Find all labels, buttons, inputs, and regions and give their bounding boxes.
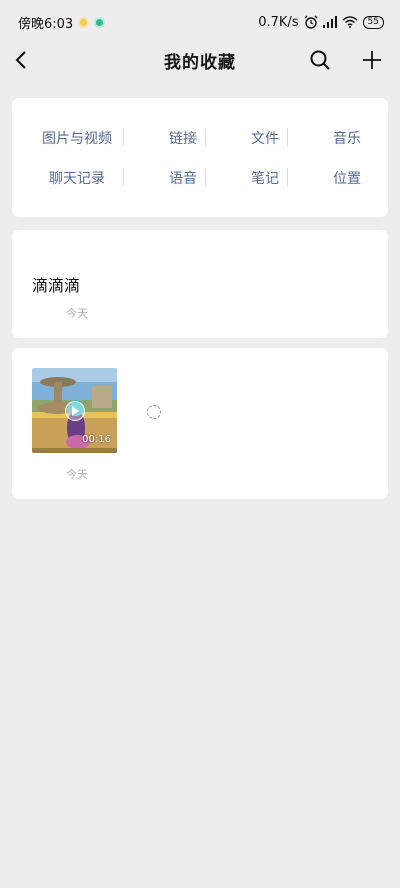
favorite-item-text[interactable]: 滴滴滴 今天: [12, 230, 388, 338]
category-voice[interactable]: 语音: [142, 168, 224, 188]
favorite-date: 今天: [66, 468, 88, 481]
page-title: 我的收藏: [164, 53, 236, 73]
video-thumbnail[interactable]: 00:16: [32, 368, 117, 453]
status-time: 傍晚6:03: [18, 16, 74, 32]
status-bar: 傍晚6:03 0.7K/s 55: [0, 0, 400, 44]
favorite-text-content: 滴滴滴: [32, 276, 81, 295]
play-icon[interactable]: [65, 401, 85, 421]
alarm-icon: [304, 15, 318, 29]
video-duration: 00:16: [82, 434, 111, 445]
app-notification-icon: [94, 16, 106, 28]
category-files[interactable]: 文件: [224, 128, 306, 148]
divider: [123, 168, 124, 186]
divider: [205, 168, 206, 186]
battery-icon: 55: [362, 15, 384, 29]
category-music[interactable]: 音乐: [306, 128, 388, 148]
network-speed: 0.7K/s: [258, 14, 299, 30]
category-location[interactable]: 位置: [306, 168, 388, 188]
notification-icon: [78, 16, 90, 28]
favorite-date: 今天: [66, 307, 88, 320]
loading-spinner-icon: [147, 405, 161, 419]
nav-bar: 我的收藏: [0, 44, 400, 76]
category-notes[interactable]: 笔记: [224, 168, 306, 188]
category-filter-card: 图片与视频 链接 文件 音乐 聊天记录 语音 笔记 位置: [12, 98, 388, 217]
add-icon[interactable]: [360, 48, 384, 72]
favorite-item-video[interactable]: 00:16 今天: [12, 348, 388, 499]
divider: [287, 168, 288, 186]
divider: [205, 128, 206, 146]
category-links[interactable]: 链接: [142, 128, 224, 148]
search-icon[interactable]: [308, 48, 332, 72]
divider: [287, 128, 288, 146]
category-row: 图片与视频 链接 文件 音乐: [12, 128, 388, 148]
category-row: 聊天记录 语音 笔记 位置: [12, 168, 388, 188]
wifi-icon: [342, 16, 358, 28]
divider: [123, 128, 124, 146]
signal-icon: [322, 16, 337, 28]
